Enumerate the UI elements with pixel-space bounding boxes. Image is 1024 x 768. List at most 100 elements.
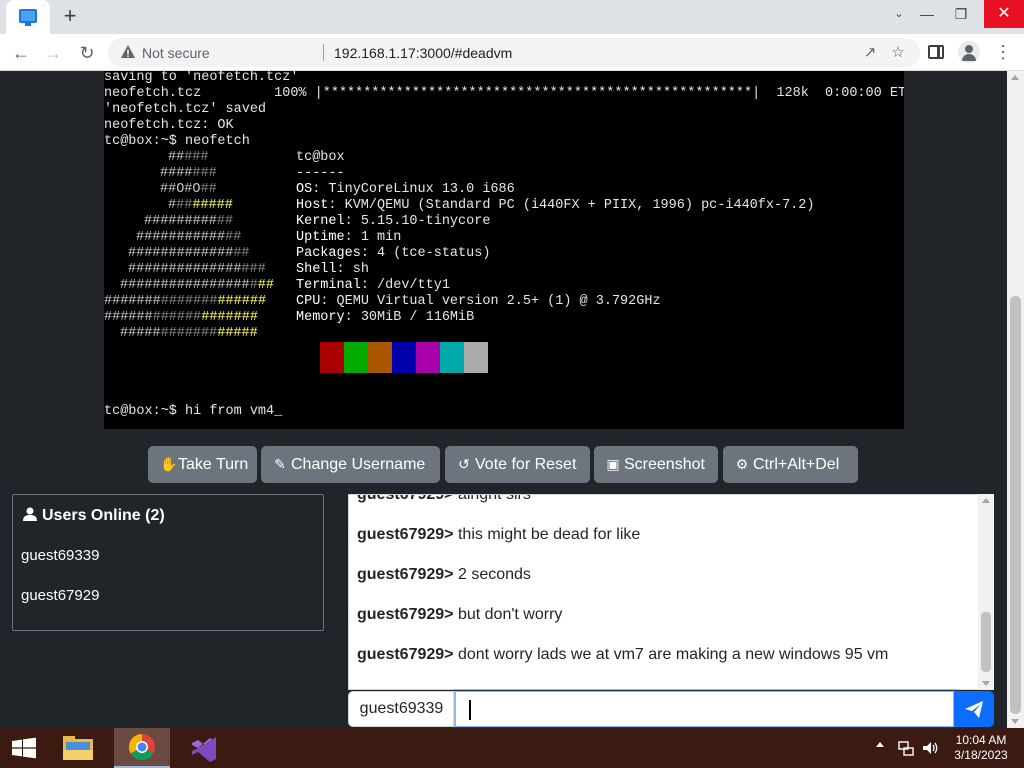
- neofetch-logo-row: #######: [160, 166, 217, 182]
- logo-segment: #####: [120, 326, 161, 341]
- logo-segment: #######: [160, 326, 218, 341]
- logo-segment: ##: [200, 182, 217, 197]
- neofetch-info-value: 1 min: [360, 230, 402, 245]
- take-turn-button[interactable]: ✋Take Turn: [148, 446, 257, 483]
- logo-segment: #############: [128, 246, 234, 261]
- chat-message-box[interactable]: guest67929> alright sirs guest67929> thi…: [348, 494, 994, 690]
- vm-display[interactable]: saving to 'neofetch.tcz' neofetch.tcz 100…: [104, 71, 904, 429]
- volume-icon[interactable]: [922, 740, 940, 756]
- neofetch-info-value: 5.15.10-tinycore: [360, 214, 491, 229]
- neofetch-info-value: 4 (tce-status): [377, 246, 491, 261]
- send-button[interactable]: [954, 691, 994, 727]
- neofetch-logo-row: #############: [136, 230, 241, 246]
- windows-start-icon[interactable]: [0, 728, 48, 768]
- screenshot-button[interactable]: ▣ Screenshot: [594, 446, 718, 483]
- chat-username-label: guest69339: [348, 691, 455, 727]
- window-restore-button[interactable]: ❐: [944, 0, 978, 28]
- user-list-item[interactable]: guest67929: [21, 587, 99, 604]
- reload-icon[interactable]: ↻: [74, 40, 100, 66]
- logo-segment: #: [249, 278, 258, 293]
- neofetch-info-value: KVM/QEMU (Standard PC (i440FX + PIIX, 19…: [344, 198, 815, 213]
- user-list-item[interactable]: guest69339: [21, 547, 99, 564]
- kebab-menu-icon[interactable]: ⋮: [994, 40, 1012, 64]
- chat-message-user: guest67929: [357, 566, 445, 583]
- neofetch-info-line: Shell: sh: [296, 262, 369, 277]
- side-panel-icon[interactable]: [928, 45, 944, 59]
- chat-message-text: but don't worry: [457, 606, 563, 623]
- security-status-label[interactable]: Not secure: [142, 45, 210, 61]
- tray-expand-arrow-icon[interactable]: [876, 742, 884, 747]
- color-swatch: [440, 342, 464, 373]
- logo-segment: ######: [217, 294, 267, 309]
- chat-message-text: 2 seconds: [457, 566, 531, 583]
- paper-plane-icon: [965, 701, 983, 718]
- color-swatch: [392, 342, 416, 373]
- scroll-down-arrow-icon[interactable]: [1011, 719, 1019, 724]
- neofetch-info-key: CPU: [296, 294, 321, 309]
- address-divider: [323, 44, 324, 61]
- logo-segment: #######: [160, 294, 218, 309]
- terminal-line: neofetch.tcz: OK: [104, 118, 234, 133]
- logo-segment: #####: [192, 198, 233, 213]
- logo-segment: ##: [225, 230, 242, 245]
- forward-arrow-icon[interactable]: →: [40, 40, 66, 66]
- chrome-taskbar-icon[interactable]: [114, 728, 170, 768]
- taskbar-clock[interactable]: 10:04 AM 3/18/2023: [948, 733, 1014, 763]
- logo-segment: ###: [192, 166, 217, 181]
- page-scrollbar[interactable]: [1007, 71, 1024, 728]
- chat-message: guest67929> this might be dead for like: [357, 526, 641, 543]
- chat-scrollbar-thumb[interactable]: [981, 612, 991, 672]
- chat-message-user: guest67929: [357, 606, 445, 623]
- chrome-icon: [128, 733, 155, 761]
- logo-segment: ######: [104, 310, 153, 325]
- vote-reset-label: Vote for Reset: [475, 456, 577, 473]
- color-swatch: [464, 342, 488, 373]
- monitor-favicon-icon: [19, 9, 37, 26]
- address-bar[interactable]: Not secure 192.168.1.17:3000/#deadvm ↗ ☆: [108, 38, 920, 67]
- bookmark-star-icon[interactable]: ☆: [888, 43, 908, 63]
- change-username-label: Change Username: [291, 456, 426, 473]
- logo-segment: #########: [144, 214, 217, 229]
- neofetch-info-line: Host: KVM/QEMU (Standard PC (i440FX + PI…: [296, 198, 815, 213]
- browser-toolbar: ← → ↻ Not secure 192.168.1.17:3000/#dead…: [0, 34, 1024, 71]
- back-arrow-icon[interactable]: ←: [8, 40, 34, 66]
- chat-input[interactable]: [455, 691, 954, 727]
- network-icon[interactable]: [898, 740, 914, 756]
- warning-icon[interactable]: [120, 44, 136, 60]
- text-caret: [469, 700, 471, 720]
- chat-scroll-down-arrow-icon[interactable]: [982, 681, 990, 686]
- window-close-button[interactable]: ✕: [984, 0, 1024, 28]
- profile-avatar-icon[interactable]: [958, 41, 980, 63]
- neofetch-info-value: /dev/tty1: [377, 278, 450, 293]
- new-tab-button[interactable]: +: [58, 4, 82, 28]
- logo-segment: ######: [152, 310, 202, 325]
- scrollbar-thumb[interactable]: [1010, 296, 1021, 714]
- users-online-title-text: Users Online (2): [42, 507, 165, 524]
- chat-message-user: guest67929: [357, 526, 445, 543]
- take-turn-label: Take Turn: [178, 456, 249, 473]
- ctrl-alt-del-button[interactable]: ⚙ Ctrl+Alt+Del: [723, 446, 858, 483]
- logo-segment: ###: [241, 262, 266, 277]
- scroll-up-arrow-icon[interactable]: [1011, 75, 1019, 80]
- neofetch-rule: ------: [296, 166, 345, 181]
- vote-reset-button[interactable]: ↺ Vote for Reset: [445, 446, 590, 483]
- neofetch-logo-row: #####: [168, 150, 209, 166]
- share-icon[interactable]: ↗: [860, 43, 880, 63]
- chat-scrollbar[interactable]: [978, 494, 994, 690]
- color-swatch: [416, 342, 440, 373]
- chat-scroll-up-arrow-icon[interactable]: [982, 498, 990, 503]
- neofetch-info-key: Uptime: [296, 230, 345, 245]
- window-minimize-button[interactable]: —: [910, 0, 944, 28]
- browser-tab[interactable]: [6, 0, 50, 34]
- neofetch-info-value: sh: [352, 262, 369, 277]
- color-swatch: [344, 342, 368, 373]
- logo-segment: ####: [160, 166, 193, 181]
- visual-studio-icon[interactable]: [176, 728, 232, 768]
- neofetch-info-key: Packages: [296, 246, 361, 261]
- neofetch-logo-row: ##O#O##: [160, 182, 217, 198]
- file-explorer-icon[interactable]: [50, 728, 106, 768]
- neofetch-info-value: QEMU Virtual version 2.5+ (1) @ 3.792GHz: [336, 294, 661, 309]
- change-username-button[interactable]: ✎ Change Username: [261, 446, 440, 483]
- terminal-prompt-line: tc@box:~$ hi from vm4_: [104, 404, 283, 419]
- url-text[interactable]: 192.168.1.17:3000/#deadvm: [334, 45, 512, 61]
